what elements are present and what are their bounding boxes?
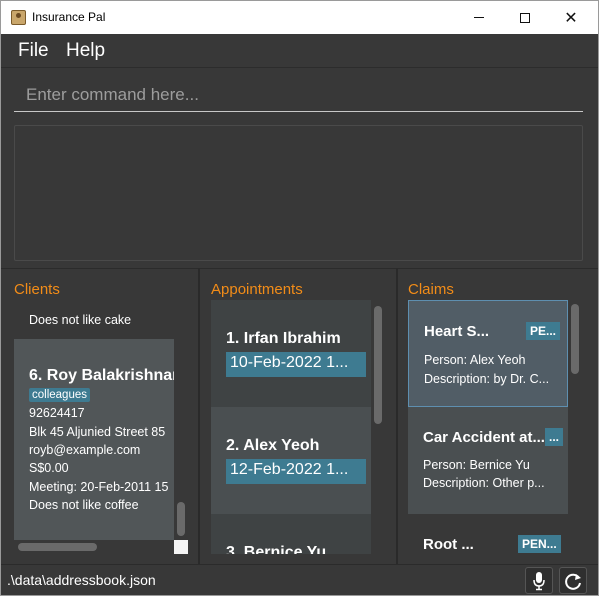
appointments-panel: Appointments 1. Irfan Ibrahim 10-Feb-202… [200, 268, 398, 564]
claim-status-badge: ... [545, 428, 564, 446]
claim-title: Car Accident at... [423, 429, 545, 446]
claim-description: Description: by Dr. C... [424, 372, 550, 386]
clients-panel: Clients Does not like cake 6. Roy Balakr… [1, 268, 200, 564]
claim-status-badge: PE... [526, 322, 561, 340]
client-meeting: Meeting: 20-Feb-2011 15 [29, 480, 169, 494]
appointment-date: 12-Feb-2022 1... [226, 459, 366, 484]
claims-list[interactable]: Heart S... PE... Person: Alex Yeoh Descr… [408, 300, 568, 554]
client-name: 6. Roy Balakrishnan [29, 367, 174, 384]
window-title: Insurance Pal [32, 10, 106, 24]
clients-scroll-thumb[interactable] [177, 502, 185, 536]
clients-vertical-scrollbar[interactable] [174, 300, 188, 540]
title-bar: Insurance Pal ✕ [1, 1, 598, 34]
menu-file[interactable]: File [18, 40, 49, 62]
claim-card[interactable]: Root ... PEN... [408, 514, 568, 554]
command-box [1, 69, 598, 117]
refresh-icon [565, 573, 581, 590]
maximize-button[interactable] [502, 1, 548, 34]
app-logo-icon [11, 10, 26, 25]
clients-horizontal-scroll-thumb[interactable] [18, 543, 97, 551]
claim-title: Heart S... [424, 323, 490, 340]
client-salary: S$0.00 [29, 461, 69, 475]
claims-scroll-thumb[interactable] [571, 304, 579, 374]
claims-panel-title: Claims [408, 281, 454, 298]
appointments-vertical-scrollbar[interactable] [372, 300, 384, 554]
claim-description: Description: Other p... [423, 476, 545, 490]
close-icon: ✕ [564, 7, 578, 27]
minimize-button[interactable] [456, 1, 502, 34]
appointment-card[interactable]: 2. Alex Yeoh 12-Feb-2022 1... [211, 407, 371, 514]
appointment-card[interactable]: 1. Irfan Ibrahim 10-Feb-2022 1... [211, 300, 371, 407]
claim-title: Root ... [423, 536, 474, 553]
claim-status-badge: PEN... [518, 535, 561, 553]
clients-panel-title: Clients [14, 281, 60, 298]
appointments-scroll-thumb[interactable] [374, 306, 382, 424]
appointment-title: 3. Bernice Yu [226, 544, 327, 554]
refresh-button[interactable] [559, 567, 587, 594]
claim-person: Person: Alex Yeoh [424, 353, 526, 367]
status-bar: .\data\addressbook.json [1, 564, 598, 595]
claim-card-selected[interactable]: Heart S... PE... Person: Alex Yeoh Descr… [408, 300, 568, 407]
appointments-list[interactable]: 1. Irfan Ibrahim 10-Feb-2022 1... 2. Ale… [211, 300, 371, 554]
app-window: Insurance Pal ✕ File Help Clients Does n… [0, 0, 599, 596]
appointment-title: 1. Irfan Ibrahim [226, 330, 341, 347]
appointment-card[interactable]: 3. Bernice Yu [211, 514, 371, 554]
client-card-selected[interactable]: 6. Roy Balakrishnan colleagues 92624417 … [14, 339, 174, 540]
clients-list[interactable]: Does not like cake 6. Roy Balakrishnan c… [14, 300, 174, 540]
scroll-corner [174, 540, 188, 554]
appointment-date: 10-Feb-2022 1... [226, 352, 366, 377]
claims-panel: Claims Heart S... PE... Person: Alex Yeo… [398, 268, 598, 564]
maximize-icon [520, 12, 530, 23]
client-email: royb@example.com [29, 443, 141, 457]
close-button[interactable]: ✕ [548, 1, 594, 34]
claim-person: Person: Bernice Yu [423, 458, 530, 472]
client-address: Blk 45 Aljunied Street 85 [29, 425, 166, 439]
client-card[interactable]: Does not like cake [14, 300, 174, 339]
save-location: .\data\addressbook.json [7, 572, 156, 588]
client-tag: colleagues [29, 388, 90, 402]
client-remark: Does not like coffee [29, 498, 139, 512]
client-remark: Does not like cake [29, 313, 132, 327]
microphone-icon [533, 571, 545, 590]
client-phone: 92624417 [29, 406, 85, 420]
claims-vertical-scrollbar[interactable] [569, 300, 581, 554]
appointments-panel-title: Appointments [211, 281, 303, 298]
menu-help[interactable]: Help [66, 40, 105, 62]
claim-card[interactable]: Car Accident at... ... Person: Bernice Y… [408, 407, 568, 514]
result-display [14, 125, 583, 261]
command-input[interactable] [14, 78, 583, 112]
microphone-button[interactable] [525, 567, 553, 594]
menu-bar: File Help [1, 34, 598, 68]
appointment-title: 2. Alex Yeoh [226, 437, 320, 454]
minimize-icon [474, 17, 484, 18]
